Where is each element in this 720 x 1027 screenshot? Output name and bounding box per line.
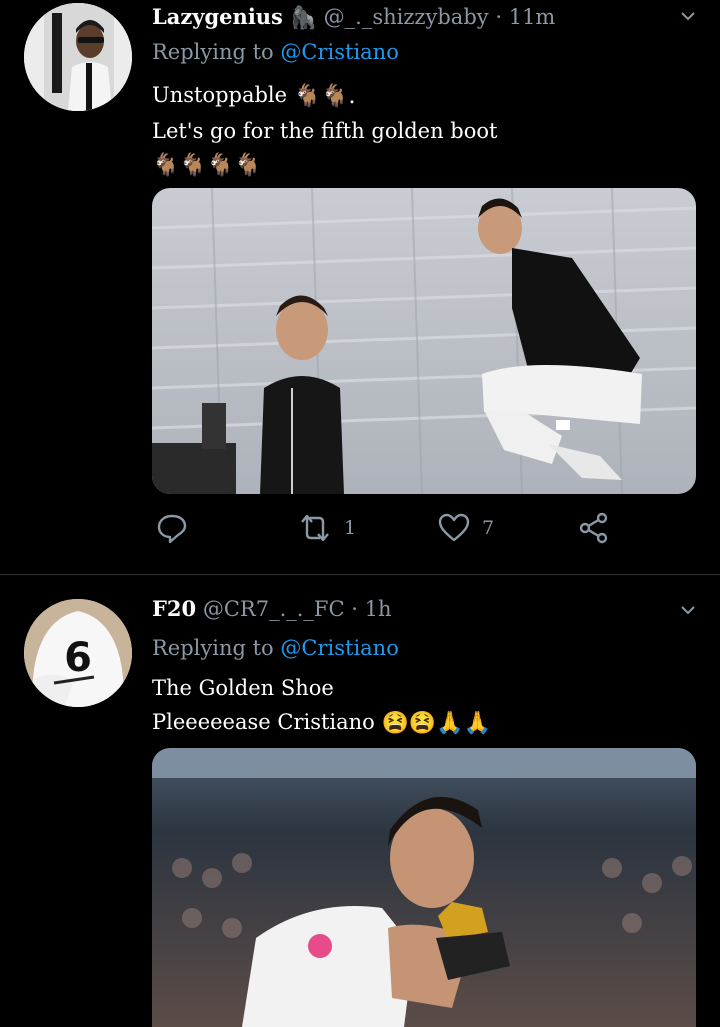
goat-emojis: 🐐🐐. (293, 83, 356, 109)
replying-to: Replying to @Cristiano (152, 40, 399, 64)
separator-dot: · (495, 5, 503, 29)
display-name[interactable]: F20 (152, 596, 196, 621)
chevron-down-icon[interactable] (680, 602, 696, 618)
goat-emojis: 🐐🐐🐐🐐 (152, 153, 262, 178)
reply-icon (157, 514, 187, 544)
tweet-text: Unstoppable 🐐🐐. Let's go for the fifth g… (152, 78, 497, 183)
avatar[interactable]: 6 (24, 599, 132, 707)
tweet-header: F20 @CR7_._._FC · 1h (152, 596, 392, 621)
gorilla-emoji: 🦍 (289, 6, 317, 31)
tweet-line-1: The Golden Shoe (152, 676, 334, 700)
tweet-header: Lazygenius 🦍 @_._shizzybaby · 11m (152, 4, 555, 31)
tweet-text: The Golden Shoe Pleeeeease Cristiano 😫😫🙏… (152, 671, 491, 741)
replying-prefix: Replying to (152, 636, 274, 660)
mention-link[interactable]: @Cristiano (280, 636, 398, 660)
like-button[interactable]: 7 (438, 512, 494, 544)
tweet-line-2: Pleeeeease Cristiano (152, 710, 375, 734)
tweet-divider (0, 574, 720, 575)
retweet-count: 1 (344, 517, 357, 539)
user-handle[interactable]: @CR7_._._FC (203, 597, 345, 621)
tweet-2[interactable]: 6 F20 @CR7_._._FC · 1h Replying to @Cris… (0, 576, 720, 1027)
tweet-actions: 1 7 (152, 512, 622, 552)
display-name[interactable]: Lazygenius (152, 4, 283, 29)
replying-prefix: Replying to (152, 40, 274, 64)
separator-dot: · (351, 597, 358, 621)
share-icon (579, 512, 608, 544)
like-count: 7 (482, 517, 495, 539)
mention-link[interactable]: @Cristiano (280, 40, 398, 64)
chevron-down-icon[interactable] (680, 8, 696, 24)
like-icon (438, 513, 470, 542)
reply-button[interactable] (156, 512, 188, 544)
retweet-icon (301, 514, 329, 542)
tweet-1[interactable]: Lazygenius 🦍 @_._shizzybaby · 11m Replyi… (0, 0, 720, 575)
retweet-button[interactable]: 1 (298, 512, 356, 544)
pray-emojis: 😫😫🙏🙏 (381, 710, 492, 736)
tweet-image[interactable] (152, 188, 696, 494)
tweet-line-1: Unstoppable (152, 83, 288, 107)
timestamp[interactable]: 11m (509, 5, 556, 29)
user-handle[interactable]: @_._shizzybaby (324, 5, 489, 29)
avatar[interactable] (24, 3, 132, 111)
timestamp[interactable]: 1h (365, 597, 392, 621)
share-button[interactable] (578, 512, 610, 544)
tweet-image[interactable] (152, 748, 696, 1027)
avatar-number: 6 (64, 635, 92, 681)
tweet-line-2: Let's go for the fifth golden boot (152, 118, 498, 143)
replying-to: Replying to @Cristiano (152, 636, 399, 660)
